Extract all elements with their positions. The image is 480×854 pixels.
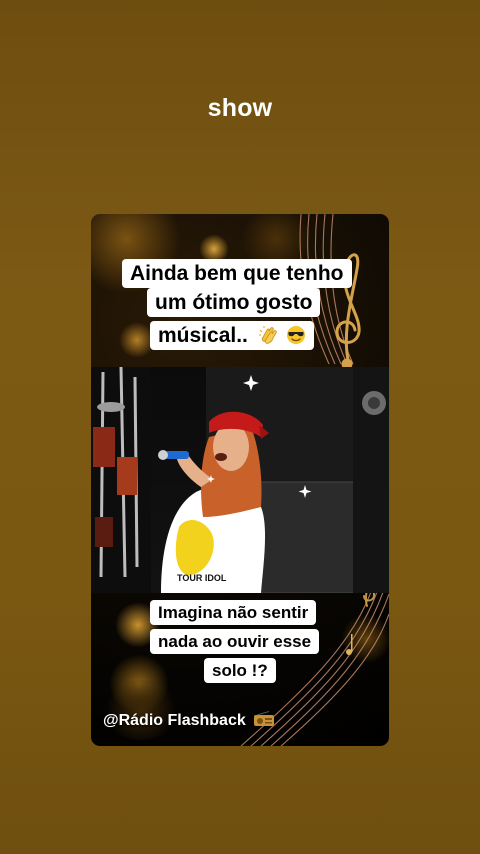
overlay-text-line: um ótimo gosto: [147, 288, 321, 317]
radio-icon: [254, 711, 275, 726]
story-post-card[interactable]: TOUR IDOL Ainda bem que tenho um ótimo g…: [91, 214, 389, 746]
story-caption: show: [207, 94, 273, 122]
overlay-text-line: Imagina não sentir: [150, 600, 317, 625]
shirt-print-text: TOUR IDOL: [177, 573, 227, 583]
concert-photo: TOUR IDOL: [91, 367, 389, 593]
overlay-text-line: Ainda bem que tenho: [122, 259, 352, 288]
sunglasses-smiley-emoji-icon: [286, 326, 305, 344]
watermark-text: @Rádio Flashback: [103, 712, 246, 729]
overlay-text-line: músical..: [150, 321, 314, 350]
watermark: @Rádio Flashback: [103, 711, 275, 730]
overlay-text-line: nada ao ouvir esse: [150, 629, 320, 654]
overlay-text-line: solo !?: [204, 658, 276, 683]
overlay-text-segment: músical..: [158, 324, 248, 347]
clapping-hands-emoji-icon: [258, 326, 277, 344]
